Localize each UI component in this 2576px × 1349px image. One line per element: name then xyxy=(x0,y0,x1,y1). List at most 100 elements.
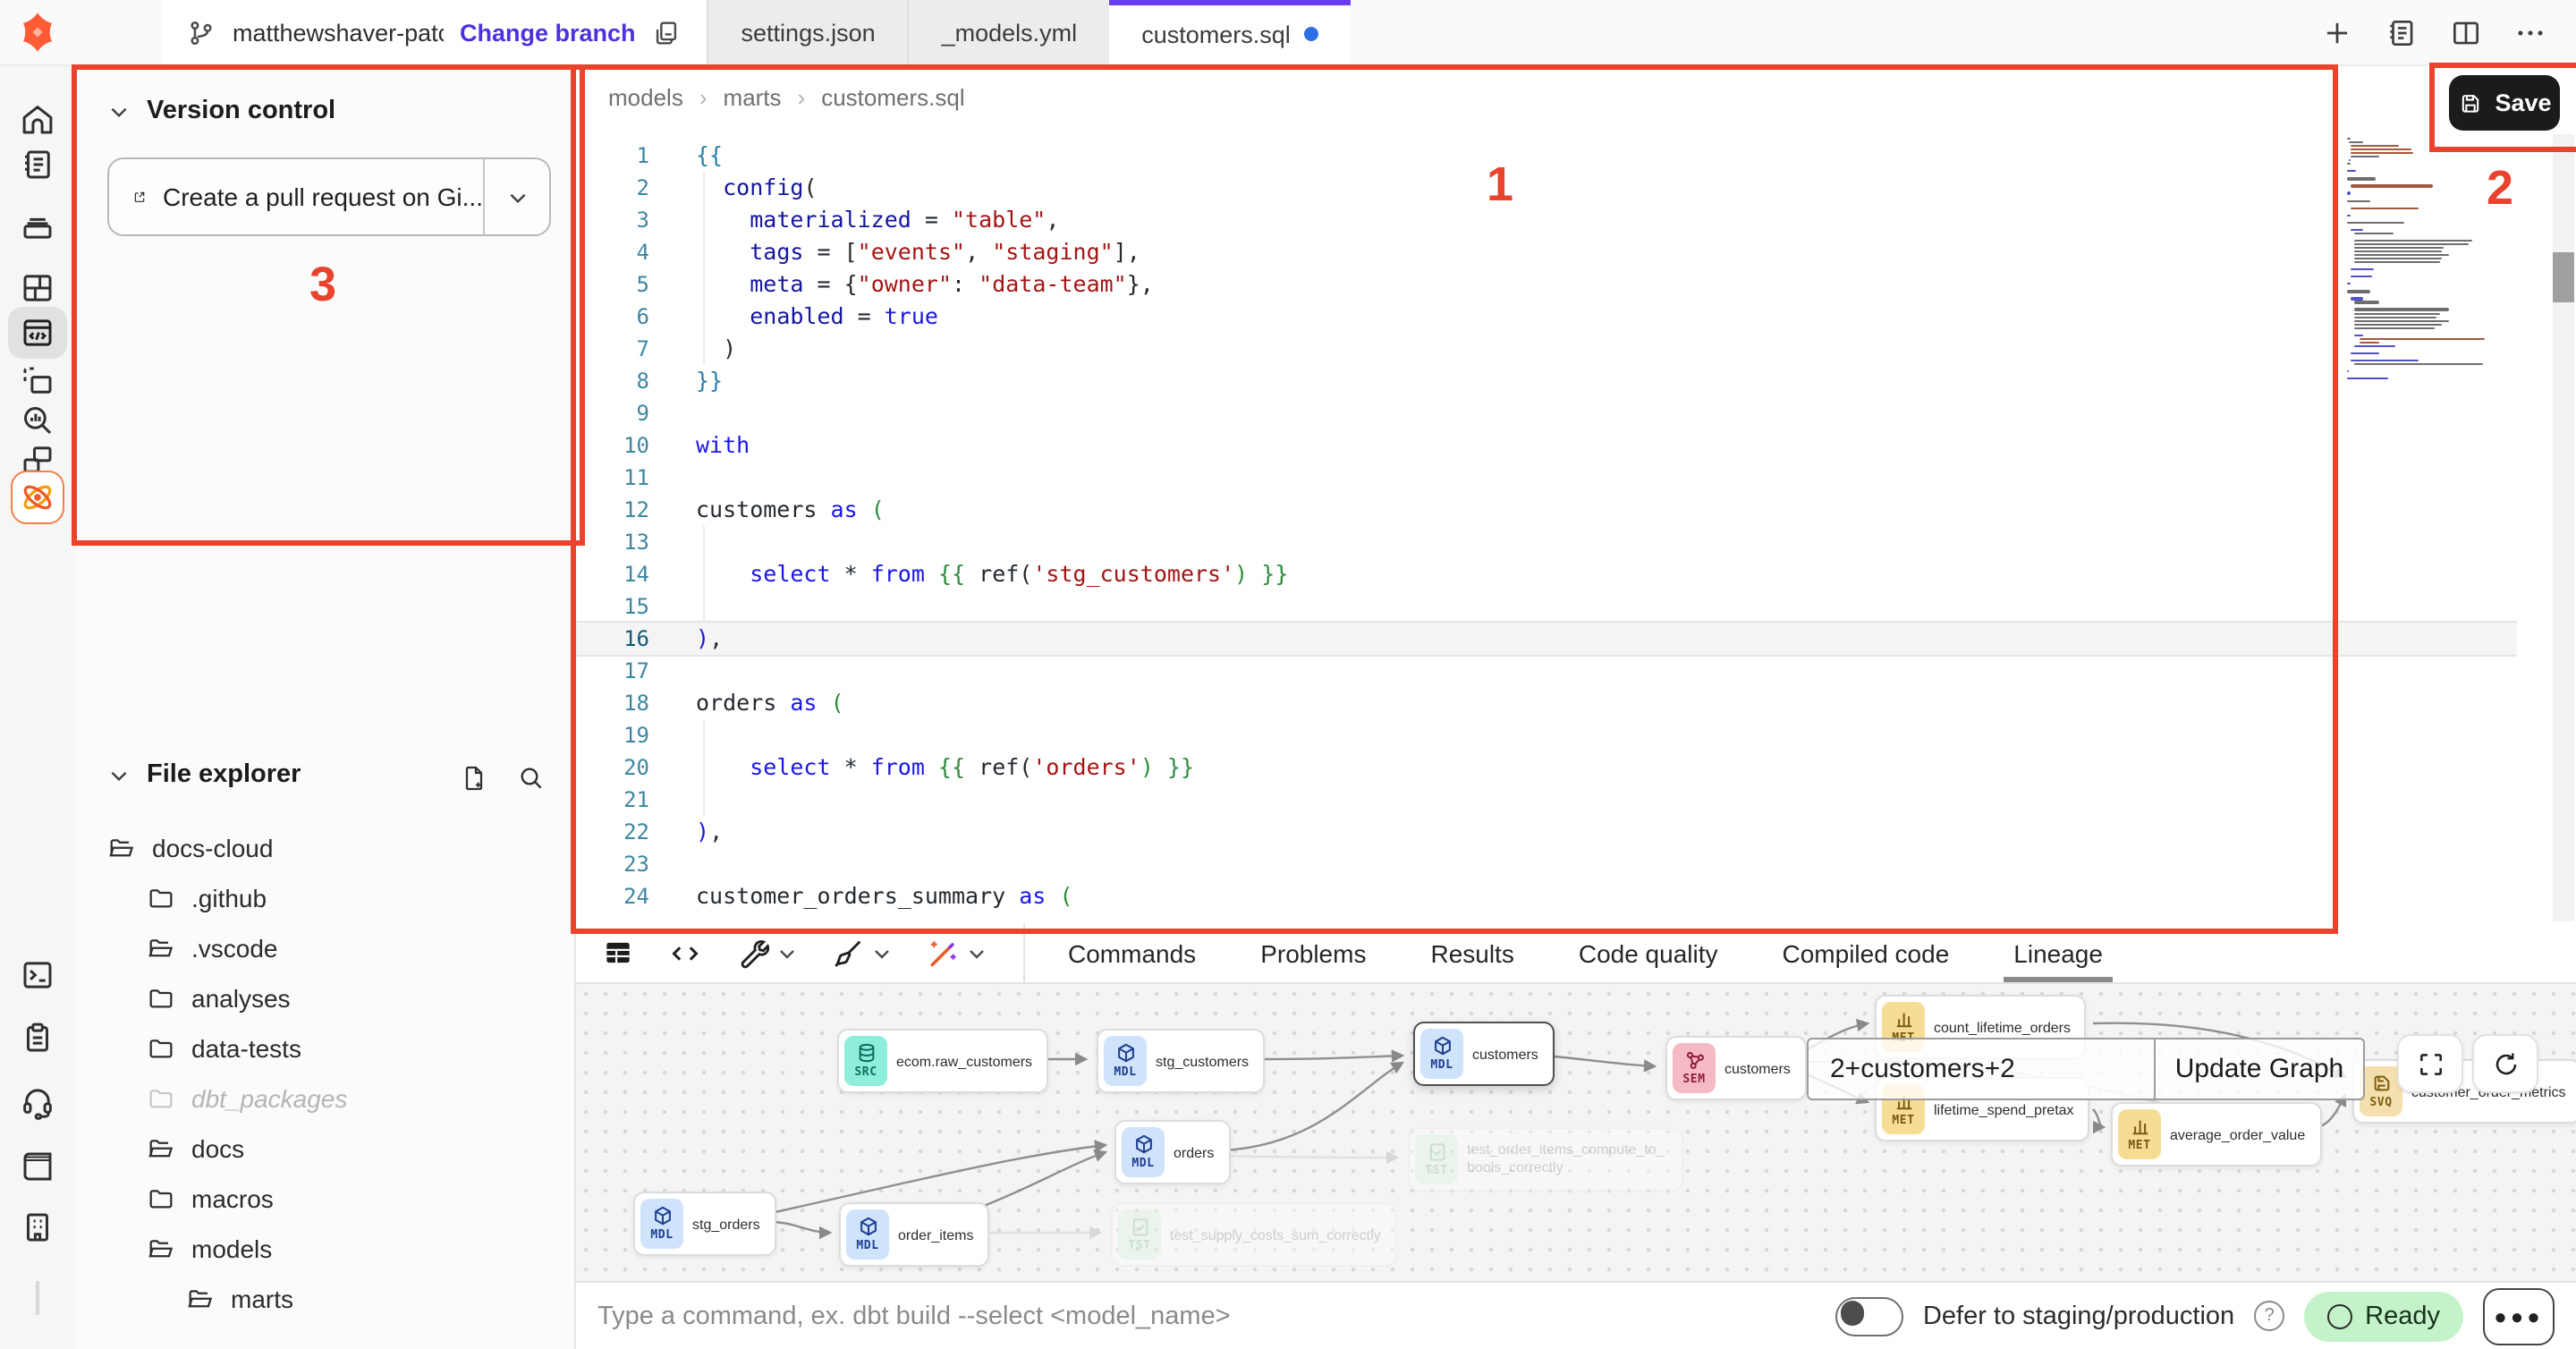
bottom-tab-Results[interactable]: Results xyxy=(1430,923,1513,982)
new-tab-icon[interactable] xyxy=(2318,14,2354,50)
new-file-icon[interactable] xyxy=(460,764,488,793)
change-branch-link[interactable]: Change branch xyxy=(460,19,636,46)
dashboard-icon[interactable] xyxy=(19,269,56,307)
code-editor-icon[interactable] xyxy=(8,307,67,359)
create-pr-dropdown[interactable] xyxy=(483,159,549,234)
code-editor[interactable]: models› marts› customers.sql 1{{2 config… xyxy=(576,66,2576,923)
visual-editor-icon[interactable] xyxy=(19,362,56,400)
file-tree-item-macros[interactable]: macros xyxy=(75,1174,574,1224)
tab-settings.json[interactable]: settings.json xyxy=(708,0,908,64)
node-label: orders xyxy=(1174,1144,1214,1160)
lineage-node-stg_orders[interactable]: MDLstg_orders xyxy=(633,1192,776,1256)
tab-_models.yml[interactable]: _models.yml xyxy=(908,0,1110,64)
lineage-graph[interactable]: SRCecom.raw_customers MDLstg_customers MDL… xyxy=(576,982,2576,1283)
bottom-tab-Compiled code[interactable]: Compiled code xyxy=(1783,923,1950,982)
file-tree-item-data-tests[interactable]: data-tests xyxy=(75,1023,574,1073)
organization-icon[interactable] xyxy=(19,1209,56,1246)
file-tree-item-dbt_packages[interactable]: dbt_packages xyxy=(75,1073,574,1124)
lineage-node-test_order_items_compute_to_bools_correctly[interactable]: TSTtest_order_items_compute_to_bools_cor… xyxy=(1408,1127,1683,1192)
inbox-icon[interactable] xyxy=(19,207,56,244)
saved-query-icon: SVQ xyxy=(2360,1066,2402,1116)
file-tree-item-models[interactable]: models xyxy=(75,1224,574,1274)
explore-search-icon[interactable] xyxy=(19,402,56,439)
lineage-node-orders[interactable]: MDLorders xyxy=(1114,1120,1230,1184)
copy-branch-icon[interactable] xyxy=(652,17,682,47)
refresh-graph-icon[interactable] xyxy=(2472,1034,2538,1093)
bottom-tab-Code quality[interactable]: Code quality xyxy=(1579,923,1718,982)
line-number: 24 xyxy=(576,880,649,912)
docs-book-icon[interactable] xyxy=(19,1148,56,1185)
file-explorer-actions xyxy=(460,764,546,793)
lineage-node-customers[interactable]: MDLcustomers xyxy=(1413,1022,1555,1086)
file-tree-item-docs[interactable]: docs xyxy=(75,1124,574,1174)
user-avatar[interactable] xyxy=(36,1283,39,1315)
minimap[interactable] xyxy=(2347,138,2526,381)
file-tree-item-analyses[interactable]: analyses xyxy=(75,973,574,1023)
file-tree-item-.github[interactable]: .github xyxy=(75,873,574,923)
line-number: 9 xyxy=(576,397,649,429)
create-pr-label: Create a pull request on Gi... xyxy=(163,182,483,211)
code-text: ), xyxy=(696,816,723,848)
file-tree-item-.vscode[interactable]: .vscode xyxy=(75,923,574,973)
command-status-bar: Type a command, ex. dbt build --select <… xyxy=(576,1281,2576,1349)
ready-status-badge[interactable]: Ready xyxy=(2304,1291,2463,1341)
lineage-node-order_items[interactable]: MDLorder_items xyxy=(839,1202,990,1267)
code-text: {{ xyxy=(696,140,723,172)
code-line-18: 18orders as ( xyxy=(576,687,2517,719)
notebook-icon[interactable] xyxy=(19,146,56,183)
file-tree-item-docs-cloud[interactable]: docs-cloud xyxy=(75,823,574,873)
file-tree-item-marts[interactable]: marts xyxy=(75,1274,574,1324)
code-text: ) xyxy=(696,333,736,365)
format-broom-icon[interactable] xyxy=(830,935,893,971)
lineage-node-stg_customers[interactable]: MDLstg_customers xyxy=(1097,1029,1265,1093)
lineage-node-average_order_value[interactable]: METaverage_order_value xyxy=(2111,1102,2321,1167)
ai-fix-wand-icon[interactable] xyxy=(925,935,987,971)
build-wrench-icon[interactable] xyxy=(735,935,798,971)
defer-toggle[interactable] xyxy=(1835,1296,1903,1336)
file-explorer-title: File explorer xyxy=(147,760,301,789)
create-pr-button[interactable]: Create a pull request on Gi... xyxy=(107,157,551,236)
fullscreen-icon[interactable] xyxy=(2397,1034,2463,1093)
chevron-down-icon xyxy=(107,99,131,123)
bottom-tab-Problems[interactable]: Problems xyxy=(1260,923,1366,982)
file-list-icon[interactable] xyxy=(2383,14,2419,50)
line-number: 14 xyxy=(576,558,649,590)
clipboard-icon[interactable] xyxy=(19,1019,56,1056)
preview-table-icon[interactable] xyxy=(601,936,635,970)
help-icon[interactable]: ? xyxy=(2254,1301,2284,1331)
lineage-node-customers[interactable]: SEMcustomers xyxy=(1665,1036,1807,1100)
lineage-selector-input[interactable]: 2+customers+2 xyxy=(1809,1039,2154,1099)
compile-code-icon[interactable] xyxy=(667,935,703,971)
version-control-header[interactable]: Version control xyxy=(107,97,335,125)
split-editor-icon[interactable] xyxy=(2447,14,2483,50)
lineage-node-customer_order_metrics[interactable]: SVQcustomer_order_metrics xyxy=(2352,1059,2576,1124)
create-pr-button-main[interactable]: Create a pull request on Gi... xyxy=(109,159,483,234)
home-icon[interactable] xyxy=(19,101,56,139)
file-tree-label: dbt_packages xyxy=(191,1084,347,1113)
command-input[interactable]: Type a command, ex. dbt build --select <… xyxy=(597,1302,1835,1330)
file-tree-label: docs-cloud xyxy=(152,834,273,862)
code-text: ), xyxy=(696,623,723,655)
code-line-12: 12customers as ( xyxy=(576,494,2517,526)
breadcrumb-item: customers.sql xyxy=(821,84,964,111)
terminal-icon[interactable] xyxy=(19,956,56,994)
bottom-tab-Lineage[interactable]: Lineage xyxy=(2013,923,2103,982)
lineage-node-test_supply_costs_sum_correctly[interactable]: TSTtest_supply_costs_sum_correctly xyxy=(1111,1202,1397,1267)
copilot-atom-icon[interactable] xyxy=(11,471,64,524)
more-actions-button[interactable]: ●●● xyxy=(2483,1287,2555,1345)
update-graph-button[interactable]: Update Graph xyxy=(2154,1039,2363,1099)
folder-icon xyxy=(147,1184,175,1213)
unsaved-dot-icon xyxy=(1305,27,1319,41)
branch-name[interactable]: matthewshaver-patc xyxy=(233,19,444,46)
support-headset-icon[interactable] xyxy=(19,1083,56,1121)
scrollbar-thumb[interactable] xyxy=(2553,252,2574,302)
bottom-tab-Commands[interactable]: Commands xyxy=(1068,923,1196,982)
tab-customers.sql[interactable]: customers.sql xyxy=(1109,0,1352,68)
more-options-icon[interactable] xyxy=(2512,14,2547,50)
file-explorer-header[interactable]: File explorer xyxy=(107,760,301,789)
dbt-logo[interactable] xyxy=(0,0,75,64)
save-button[interactable]: Save xyxy=(2449,75,2560,131)
lineage-node-ecom.raw_customers[interactable]: SRCecom.raw_customers xyxy=(837,1029,1048,1093)
search-files-icon[interactable] xyxy=(517,764,546,793)
breadcrumb-item: models xyxy=(608,84,683,111)
